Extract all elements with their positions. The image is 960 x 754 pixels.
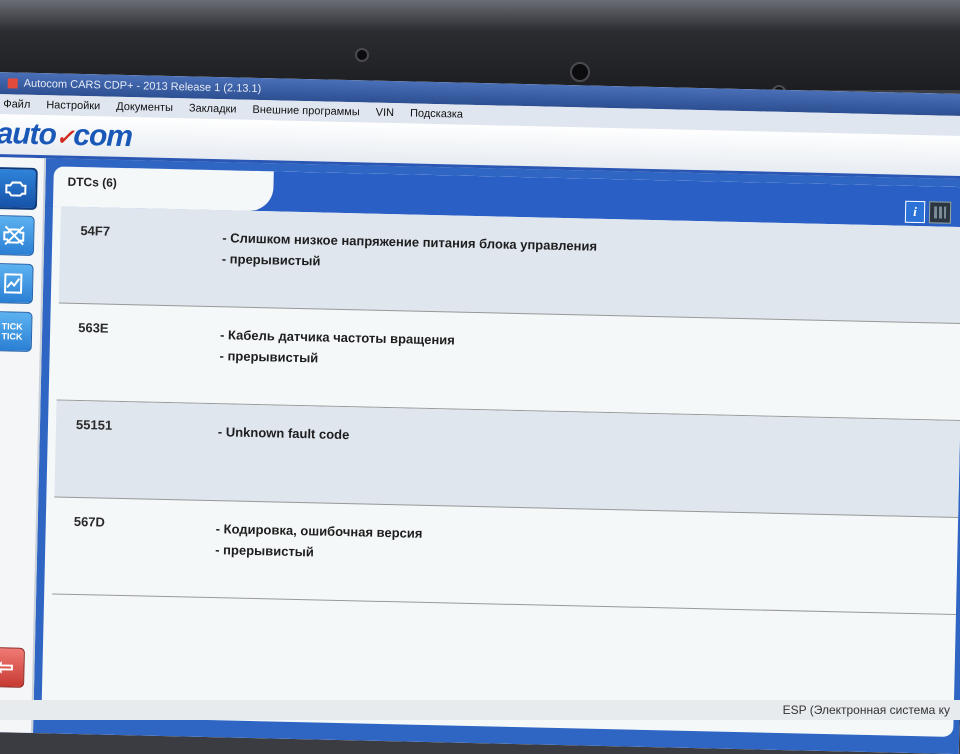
dtc-tab[interactable]: DTCs (6) xyxy=(52,166,274,212)
menu-file[interactable]: Файл xyxy=(3,98,30,111)
clear-dtc-button[interactable] xyxy=(0,215,35,256)
dtc-status-line: - прерывистый xyxy=(215,542,315,560)
dtc-code: 54F7 xyxy=(80,223,111,239)
info-icon: i xyxy=(913,203,918,219)
dtc-description-line: - Кодировка, ошибочная версия xyxy=(215,521,423,541)
dtc-description-line: - Кабель датчика частоты вращения xyxy=(219,327,456,348)
dtc-code: 567D xyxy=(73,513,106,530)
dtc-description: - Кабель датчика частоты вращения - прер… xyxy=(219,327,455,374)
live-data-button[interactable] xyxy=(0,263,34,304)
dtc-panel: DTCs (6) i 54F7 - Слишком низкое напряже… xyxy=(41,166,960,737)
work-area: TICK TICK ⇦ DTCs (6) i 54F7 - Слишком ни… xyxy=(0,156,960,754)
dtc-list: 54F7 - Слишком низкое напряжение питания… xyxy=(52,206,960,615)
logo-tick-icon: ✓ xyxy=(55,124,74,150)
bottom-strip: ESP (Электронная система ку xyxy=(0,700,960,720)
menu-vin[interactable]: VIN xyxy=(376,107,395,119)
menu-settings[interactable]: Настройки xyxy=(46,99,100,112)
dtc-description: - Unknown fault code xyxy=(218,424,350,448)
dtc-description-line: - Unknown fault code xyxy=(217,424,350,443)
menu-external-programs[interactable]: Внешние программы xyxy=(252,104,359,118)
dtc-code: 563E xyxy=(78,319,109,336)
tick-tick-icon: TICK TICK xyxy=(1,321,23,342)
dtc-description-line: - Слишком низкое напряжение питания блок… xyxy=(222,230,598,254)
back-arrow-icon: ⇦ xyxy=(0,654,15,680)
live-data-icon xyxy=(3,273,23,294)
info-button[interactable]: i xyxy=(904,200,926,224)
app-icon xyxy=(7,78,18,89)
clear-dtc-icon xyxy=(3,225,25,246)
menu-help[interactable]: Подсказка xyxy=(410,107,463,120)
engine-button[interactable] xyxy=(0,167,38,211)
dtc-description: - Кодировка, ошибочная версия - прерывис… xyxy=(215,521,423,568)
bottom-strip-text: ESP (Электронная система ку xyxy=(782,703,950,717)
menu-documents[interactable]: Документы xyxy=(116,101,173,114)
webcam-icon xyxy=(570,62,590,82)
dtc-tab-title: DTCs (6) xyxy=(67,174,118,190)
dtc-code: 55151 xyxy=(75,416,113,433)
dtc-status-line: - прерывистый xyxy=(219,348,319,366)
autocom-logo: auto✓com xyxy=(0,117,133,154)
back-button[interactable]: ⇦ xyxy=(0,646,25,688)
dtc-status-line: - прерывистый xyxy=(221,251,321,269)
dtc-description: - Слишком низкое напряжение питания блок… xyxy=(222,230,598,280)
keyboard-icon[interactable] xyxy=(928,201,952,224)
engine-icon xyxy=(5,181,27,197)
screen: Autocom CARS CDP+ - 2013 Release 1 (2.13… xyxy=(0,72,960,754)
sensor-icon xyxy=(355,48,369,62)
sidebar: TICK TICK ⇦ xyxy=(0,156,47,734)
dtc-status-line xyxy=(218,445,349,448)
dtc-row[interactable]: 567D - Кодировка, ошибочная версия - пре… xyxy=(52,497,959,615)
menu-bookmarks[interactable]: Закладки xyxy=(189,102,237,115)
tick-tick-button[interactable]: TICK TICK xyxy=(0,311,33,352)
